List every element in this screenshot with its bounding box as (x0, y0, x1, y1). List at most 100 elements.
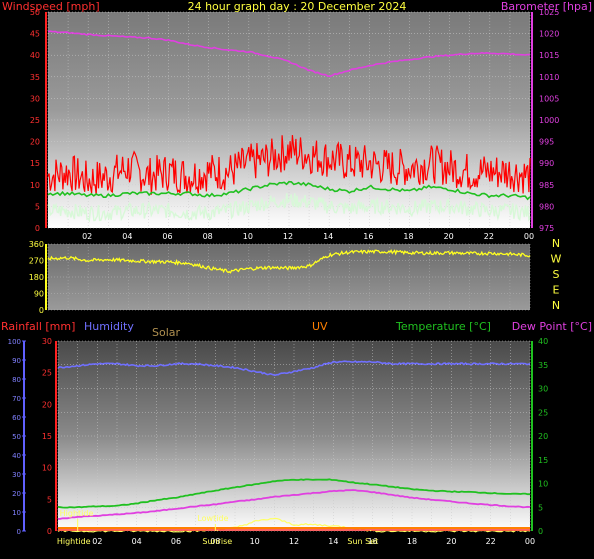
windspeed-tick-label: 0 (35, 224, 40, 233)
climate-x-tick-label: 04 (132, 537, 142, 546)
rainfall-tick-label: 15 (42, 432, 52, 441)
temperature-tick-label: 15 (538, 456, 548, 465)
humidity-tick-label: 80 (12, 376, 21, 384)
temperature-axis: 0 5 10 15 20 25 30 35 40 (531, 337, 548, 536)
windspeed-tick-label: 15 (30, 159, 40, 168)
climate-x-tick-label: 18 (407, 537, 417, 546)
humidity-tick-label: 0 (17, 528, 21, 536)
barometer-axis: 975980985990995100010051010101510201025 (531, 8, 559, 233)
direction-panel: 090180270360 NWSEN (29, 237, 562, 315)
humidity-tick-label: 30 (12, 471, 21, 479)
climate-x-tick-label: 02 (92, 537, 102, 546)
humidity-tick-label: 10 (12, 509, 21, 517)
annotation-label: Lowtide (197, 514, 228, 523)
rainfall-axis: 0 5 10 15 20 25 30 (42, 337, 57, 536)
climate-x-tick-label: 12 (289, 537, 299, 546)
temperature-tick-label: 30 (538, 385, 548, 394)
barometer-tick-label: 985 (539, 181, 554, 190)
climate-x-tick-label: 22 (486, 537, 496, 546)
rainfall-tick-label: 30 (42, 337, 52, 346)
climate-x-tick-label: 00 (525, 537, 535, 546)
humidity-axis-label: Humidity (84, 320, 134, 333)
barometer-tick-label: 990 (539, 159, 554, 168)
annotation-label: Hightide (60, 509, 94, 518)
direction-tick-label: 270 (29, 257, 44, 266)
rainfall-tick-label: 5 (47, 495, 52, 504)
compass-label: S (553, 268, 560, 281)
windspeed-tick-label: 25 (30, 116, 40, 125)
event-tick-label: Hightide (57, 537, 91, 546)
windspeed-tick-label: 10 (30, 181, 40, 190)
windspeed-tick-label: 35 (30, 73, 40, 82)
windspeed-tick-label: 30 (30, 94, 40, 103)
wind-x-tick-label: 10 (243, 232, 253, 241)
temperature-axis-label: Temperature [°C] (395, 320, 491, 333)
solar-axis-label: Solar (152, 326, 181, 339)
compass-label: E (553, 284, 560, 297)
compass-label: W (551, 253, 562, 266)
humidity-tick-label: 100 (8, 338, 21, 346)
compass-labels: NWSEN (551, 237, 562, 312)
barometer-tick-label: 1020 (539, 30, 559, 39)
rainfall-axis-label: Rainfall [mm] (1, 320, 75, 333)
barometer-tick-label: 980 (539, 202, 554, 211)
humidity-tick-label: 70 (12, 395, 21, 403)
wind-x-tick-label: 22 (484, 232, 494, 241)
wind-x-tick-label: 18 (403, 232, 413, 241)
humidity-tick-label: 50 (12, 433, 21, 441)
humidity-axis: 0 10 20 30 40 50 60 70 80 90 100 (8, 338, 26, 536)
wind-x-tick-label: 08 (203, 232, 213, 241)
humidity-tick-label: 90 (12, 357, 21, 365)
wind-x-tick-label: 16 (363, 232, 373, 241)
compass-label: N (552, 237, 560, 250)
rainfall-tick-label: 25 (42, 369, 52, 378)
temperature-tick-label: 20 (538, 432, 548, 441)
barometer-tick-label: 1000 (539, 116, 559, 125)
windspeed-tick-label: 45 (30, 30, 40, 39)
rainfall-tick-label: 20 (42, 400, 52, 409)
chart-title: 24 hour graph day : 20 December 2024 (188, 0, 407, 13)
rainfall-tick-label: 10 (42, 464, 52, 473)
wind-x-tick-label: 20 (444, 232, 454, 241)
windspeed-tick-label: 5 (35, 202, 40, 211)
temperature-tick-label: 25 (538, 408, 548, 417)
temperature-tick-label: 5 (538, 503, 543, 512)
barometer-tick-label: 1015 (539, 51, 559, 60)
humidity-tick-label: 20 (12, 490, 21, 498)
wind-x-axis: 02 04 06 08 10 12 14 16 18 20 22 00 (82, 232, 534, 241)
wind-x-tick-label: 06 (162, 232, 172, 241)
dewpoint-axis-label: Dew Point [°C] (512, 320, 592, 333)
direction-tick-label: 360 (29, 240, 44, 249)
wind-x-tick-label: 04 (122, 232, 132, 241)
climate-x-axis: 02 04 06 08 10 12 14 16 18 20 22 00Hightide Sunrise S… (57, 537, 535, 546)
weather-chart-svg: 05101520253035404550 9759809859909951000… (1, 0, 592, 546)
uv-axis-label: UV (312, 320, 328, 333)
rainfall-tick-label: 0 (47, 527, 52, 536)
wind-x-tick-label: 02 (82, 232, 92, 241)
wind-panel: 05101520253035404550 9759809859909951000… (2, 0, 592, 241)
direction-axis: 0 90 180 270 360 (29, 240, 47, 315)
barometer-tick-label: 1010 (539, 73, 559, 82)
climate-x-tick-label: 06 (171, 537, 181, 546)
windspeed-tick-label: 20 (30, 138, 40, 147)
wind-x-tick-label: 00 (524, 232, 534, 241)
barometer-tick-label: 995 (539, 138, 554, 147)
temperature-tick-label: 35 (538, 361, 548, 370)
wind-x-tick-label: 12 (283, 232, 293, 241)
barometer-tick-label: 1005 (539, 94, 559, 103)
climate-x-tick-label: 14 (328, 537, 338, 546)
windspeed-tick-label: 40 (30, 51, 40, 60)
direction-tick-label: 0 (39, 306, 44, 315)
wind-x-tick-label: 14 (323, 232, 333, 241)
event-tick-label: Sun Set (347, 537, 378, 546)
direction-tick-label: 180 (29, 273, 44, 282)
direction-tick-label: 90 (34, 290, 44, 299)
humidity-tick-label: 40 (12, 452, 21, 460)
humidity-tick-label: 60 (12, 414, 21, 422)
windspeed-axis: 05101520253035404550 (30, 8, 47, 233)
temperature-tick-label: 0 (538, 527, 543, 536)
climate-x-tick-label: 20 (446, 537, 456, 546)
weather-graph: 0 5 10 15 20 25 30 35 40 45 50 975 980 985 990 995 1000… (0, 0, 594, 555)
barometer-axis-label: Barometer [hpa] (501, 0, 592, 13)
compass-label: N (552, 299, 560, 312)
